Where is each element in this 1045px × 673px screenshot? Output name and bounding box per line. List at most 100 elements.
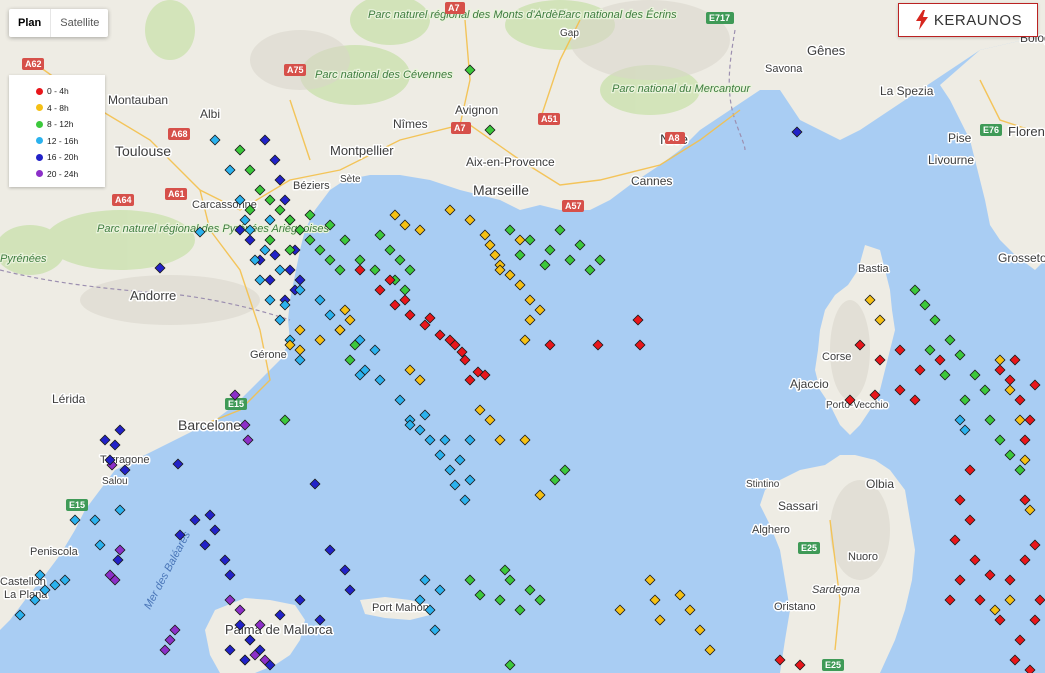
road-e15-north: E15 — [225, 398, 247, 410]
road-a57: A57 — [562, 200, 584, 212]
place-stintino: Stintino — [746, 479, 780, 490]
place-sassari: Sassari — [778, 499, 818, 513]
map-type-control: Plan Satellite — [9, 9, 109, 37]
place-alghero: Alghero — [752, 524, 790, 536]
legend-label: 20 - 24h — [47, 168, 79, 179]
legend-item: 12 - 16h — [9, 133, 105, 150]
legend-item: 0 - 4h — [9, 83, 105, 100]
brand-name: KERAUNOS — [933, 11, 1023, 29]
svg-text:E15: E15 — [228, 399, 244, 409]
svg-text:A61: A61 — [168, 189, 185, 199]
map-canvas[interactable]: Montauban Albi Toulouse Carcassonne Ando… — [0, 0, 1045, 673]
place-albi: Albi — [200, 107, 220, 121]
legend-item: 4 - 8h — [9, 100, 105, 117]
svg-text:A64: A64 — [115, 195, 132, 205]
place-avignon: Avignon — [455, 103, 498, 117]
road-a62: A62 — [22, 58, 44, 70]
legend-dot-icon — [36, 137, 43, 145]
park-mercantour: Parc national du Mercantour — [612, 83, 752, 95]
road-e15-south: E15 — [66, 499, 88, 511]
place-toulouse: Toulouse — [115, 143, 171, 159]
place-barcelone: Barcelone — [178, 417, 241, 433]
park-cevennes: Parc national des Cévennes — [315, 69, 453, 81]
place-montauban: Montauban — [108, 93, 168, 107]
park-pyrenees: Pyrénées — [0, 253, 47, 265]
place-andorre: Andorre — [130, 288, 176, 303]
place-sardegna: Sardegna — [812, 584, 860, 596]
road-e25-north: E25 — [798, 542, 820, 554]
place-bastia: Bastia — [858, 263, 889, 275]
place-peniscola: Peniscola — [30, 546, 79, 558]
place-genes: Gênes — [807, 43, 846, 58]
legend-dot-icon — [36, 104, 43, 112]
road-a51: A51 — [538, 113, 560, 125]
place-gerone: Gérone — [250, 349, 287, 361]
place-porto-vecchio: Porto-Vecchio — [826, 400, 889, 411]
road-a7-north: A7 — [445, 2, 465, 14]
place-pise: Pise — [948, 131, 972, 145]
svg-text:A75: A75 — [287, 65, 304, 75]
legend-dot-icon — [36, 170, 43, 178]
svg-text:A7: A7 — [448, 3, 460, 13]
place-florence: Florence — [1008, 124, 1045, 139]
legend-item: 8 - 12h — [9, 116, 105, 133]
place-corse: Corse — [822, 351, 851, 363]
place-marseille: Marseille — [473, 182, 529, 198]
place-oristano: Oristano — [774, 601, 816, 613]
park-monts-ardeche: Parc naturel régional des Monts d'Ardèch… — [368, 9, 576, 21]
svg-text:A51: A51 — [541, 114, 558, 124]
road-e76: E76 — [980, 124, 1002, 136]
lightning-bolt-icon — [915, 10, 928, 30]
road-a64: A64 — [112, 194, 134, 206]
place-la-spezia: La Spezia — [880, 84, 934, 98]
svg-text:E76: E76 — [983, 125, 999, 135]
place-livourne: Livourne — [928, 153, 974, 167]
svg-text:E25: E25 — [825, 660, 841, 670]
legend-label: 4 - 8h — [47, 102, 69, 113]
place-nimes: Nîmes — [393, 117, 428, 131]
svg-text:A62: A62 — [25, 59, 42, 69]
road-e25-south: E25 — [822, 659, 844, 671]
brand-logo[interactable]: KERAUNOS — [898, 3, 1038, 37]
legend-item: 20 - 24h — [9, 166, 105, 183]
road-a8: A8 — [665, 132, 685, 144]
park-ecrins: Parc national des Écrins — [558, 8, 677, 21]
legend-dot-icon — [36, 87, 43, 95]
place-salou: Salou — [102, 476, 128, 487]
place-ajaccio: Ajaccio — [790, 377, 829, 391]
svg-text:E25: E25 — [801, 543, 817, 553]
place-sete: Sète — [340, 174, 361, 185]
park-pyrenees-ariegeoises: Parc naturel régional des Pyrénées Ariég… — [97, 223, 329, 235]
svg-text:A68: A68 — [171, 129, 188, 139]
legend-label: 8 - 12h — [47, 119, 74, 130]
time-legend: 0 - 4h 4 - 8h 8 - 12h 12 - 16h 16 - 20h 20 - … — [9, 75, 105, 187]
map-type-satellite-button[interactable]: Satellite — [50, 9, 108, 37]
road-a75: A75 — [284, 64, 306, 76]
place-lerida: Lérida — [52, 392, 86, 406]
legend-label: 0 - 4h — [47, 86, 69, 97]
road-a61: A61 — [165, 188, 187, 200]
svg-text:E717: E717 — [709, 13, 730, 23]
place-nuoro: Nuoro — [848, 551, 878, 563]
place-montpellier: Montpellier — [330, 143, 394, 158]
road-a68: A68 — [168, 128, 190, 140]
svg-text:A7: A7 — [454, 123, 466, 133]
svg-text:A8: A8 — [668, 133, 680, 143]
place-olbia: Olbia — [866, 477, 894, 491]
place-aix: Aix-en-Provence — [466, 155, 555, 169]
road-a7-south: A7 — [451, 122, 471, 134]
legend-label: 16 - 20h — [47, 152, 79, 163]
place-grosseto: Grosseto — [998, 251, 1045, 265]
legend-dot-icon — [36, 120, 43, 128]
place-cannes: Cannes — [631, 174, 672, 188]
legend-item: 16 - 20h — [9, 149, 105, 166]
legend-dot-icon — [36, 153, 43, 161]
place-savona: Savona — [765, 63, 803, 75]
svg-text:E15: E15 — [69, 500, 85, 510]
place-beziers: Béziers — [293, 180, 330, 192]
road-e717: E717 — [706, 12, 734, 24]
map-type-plan-button[interactable]: Plan — [9, 9, 50, 37]
legend-label: 12 - 16h — [47, 135, 79, 146]
svg-text:A57: A57 — [565, 201, 582, 211]
place-gap: Gap — [560, 28, 579, 39]
